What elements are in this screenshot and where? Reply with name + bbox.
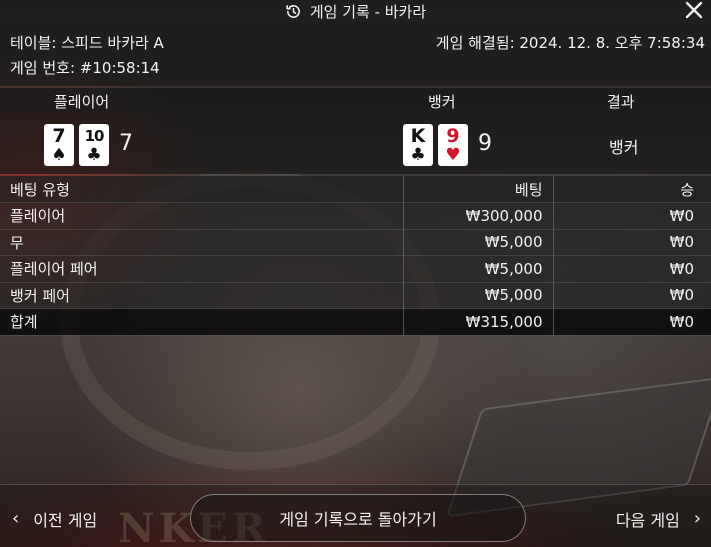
win-amount: ₩0 bbox=[553, 229, 711, 256]
back-to-history-label: 게임 기록으로 돌아가기 bbox=[279, 510, 437, 529]
total-win: ₩0 bbox=[553, 308, 711, 336]
bet-type: 뱅커 페어 bbox=[0, 282, 404, 309]
next-game-button[interactable]: 다음 게임 › bbox=[616, 507, 701, 531]
table-name: 테이블: 스피드 바카라 A bbox=[10, 34, 164, 52]
bets-table: 베팅 유형 베팅 승 플레이어 ₩300,000 ₩0 무 ₩5,000 ₩0 … bbox=[0, 176, 711, 336]
chevron-left-icon: ‹ bbox=[12, 508, 20, 529]
bet-type: 무 bbox=[0, 229, 404, 256]
col-bet-type: 베팅 유형 bbox=[0, 176, 404, 203]
next-game-label: 다음 게임 bbox=[615, 511, 680, 530]
table-row: 뱅커 페어 ₩5,000 ₩0 bbox=[0, 282, 711, 309]
outcome-header: 결과 bbox=[607, 93, 635, 111]
bet-amount: ₩5,000 bbox=[403, 282, 554, 309]
table-row: 무 ₩5,000 ₩0 bbox=[0, 229, 711, 256]
col-bet: 베팅 bbox=[403, 176, 554, 203]
win-amount: ₩0 bbox=[553, 255, 711, 283]
table-row: 플레이어 ₩300,000 ₩0 bbox=[0, 202, 711, 230]
footer-nav: ‹ 이전 게임 게임 기록으로 돌아가기 다음 게임 › bbox=[0, 484, 711, 547]
result-row: 7 ♠ 10 ♣ 7 K ♣ 9 ♥ 9 뱅커 bbox=[0, 112, 711, 174]
banker-header: 뱅커 bbox=[428, 93, 456, 111]
bet-type: 플레이어 bbox=[0, 202, 404, 230]
back-to-history-button[interactable]: 게임 기록으로 돌아가기 bbox=[190, 494, 526, 542]
title-bar: 게임 기록 - 바카라 bbox=[0, 0, 711, 22]
total-label: 합계 bbox=[0, 308, 404, 336]
game-number: 게임 번호: #10:58:14 bbox=[10, 59, 160, 77]
close-button[interactable] bbox=[683, 0, 705, 21]
player-card-2: 10 ♣ bbox=[79, 124, 109, 166]
history-icon bbox=[286, 4, 300, 18]
bet-amount: ₩5,000 bbox=[403, 255, 554, 283]
banker-card-2: 9 ♥ bbox=[438, 124, 468, 166]
game-info-panel: 테이블: 스피드 바카라 A 게임 번호: #10:58:14 게임 해결됨: … bbox=[0, 22, 711, 86]
total-row: 합계 ₩315,000 ₩0 bbox=[0, 308, 711, 336]
close-icon bbox=[685, 1, 703, 19]
player-header: 플레이어 bbox=[54, 93, 110, 111]
bet-amount: ₩300,000 bbox=[403, 202, 554, 230]
result-header: 플레이어 뱅커 결과 bbox=[0, 88, 711, 112]
win-amount: ₩0 bbox=[553, 202, 711, 230]
winner-label: 뱅커 bbox=[609, 138, 639, 157]
previous-game-button[interactable]: ‹ 이전 게임 bbox=[12, 507, 97, 531]
table-row: 플레이어 페어 ₩5,000 ₩0 bbox=[0, 255, 711, 283]
bet-type: 플레이어 페어 bbox=[0, 255, 404, 283]
banker-card-1: K ♣ bbox=[403, 124, 433, 166]
bets-table-header: 베팅 유형 베팅 승 bbox=[0, 176, 711, 203]
chevron-right-icon: › bbox=[693, 508, 701, 529]
banker-score: 9 bbox=[478, 131, 492, 156]
col-win: 승 bbox=[553, 176, 711, 203]
player-score: 7 bbox=[119, 131, 133, 156]
player-card-1: 7 ♠ bbox=[44, 124, 74, 166]
page-title: 게임 기록 - 바카라 bbox=[309, 2, 427, 21]
bet-amount: ₩5,000 bbox=[403, 229, 554, 256]
previous-game-label: 이전 게임 bbox=[33, 511, 98, 530]
total-bet: ₩315,000 bbox=[403, 308, 554, 336]
win-amount: ₩0 bbox=[553, 282, 711, 309]
resolved-time: 게임 해결됨: 2024. 12. 8. 오후 7:58:34 bbox=[435, 34, 705, 52]
